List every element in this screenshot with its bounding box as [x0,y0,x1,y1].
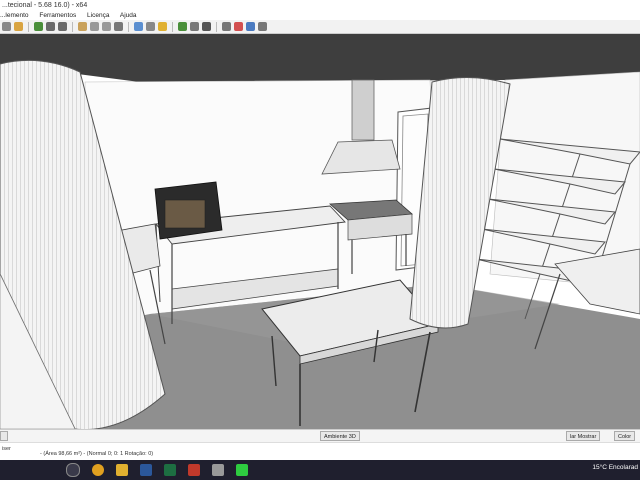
compass-icon[interactable] [222,22,231,31]
gear-app-icon[interactable] [212,464,224,476]
menu-item-elemento[interactable]: ...lemento [0,12,29,19]
view-status-row: Ambiente 3D lar Mostrar Color [0,429,640,443]
ambiente-3d-button[interactable]: Ambiente 3D [320,431,360,441]
pan-icon[interactable] [14,22,23,31]
window-title-bar: ...tecional - 5.68 16.0) - x64 [0,0,640,11]
toolbar-separator [128,21,129,32]
3d-viewport[interactable] [0,34,640,429]
weather-text[interactable]: 15°C Encolarad [592,464,638,471]
cut-icon[interactable] [78,22,87,31]
camera-icon[interactable] [234,22,243,31]
hood-chimney [351,79,375,141]
menu-item-licenca[interactable]: Licença [87,12,109,19]
menu-bar: ...lemento Ferramentos Licença Ajuda [0,11,640,20]
window-title: ...tecional - 5.68 16.0) - x64 [2,2,88,9]
excel-icon[interactable] [164,464,176,476]
redo-icon[interactable] [58,22,67,31]
chrome-icon[interactable] [92,464,104,476]
room-icon[interactable] [134,22,143,31]
explorer-icon[interactable] [116,464,128,476]
furniture-icon[interactable] [178,22,187,31]
window-icon[interactable] [158,22,167,31]
word-icon[interactable] [140,464,152,476]
toolbar-separator [216,21,217,32]
paste-icon[interactable] [102,22,111,31]
menu-item-ferramentos[interactable]: Ferramentos [39,12,76,19]
left-status-button[interactable] [0,431,8,441]
render-icon[interactable] [246,22,255,31]
toolbar-separator [28,21,29,32]
undo-icon[interactable] [46,22,55,31]
info-bar: iser - (Área 98,66 m²) - (Normal 0; 0: 1… [0,442,640,461]
toolbar-separator [172,21,173,32]
info-left-text: iser [2,446,11,452]
3d-view-icon[interactable] [258,22,267,31]
search-icon[interactable] [66,463,80,477]
green-app-icon[interactable] [236,464,248,476]
color-button[interactable]: Color [614,431,636,441]
area-info-text: - (Área 98,66 m²) - (Normal 0; 0: 1 Rota… [40,451,154,457]
select-icon[interactable] [2,22,11,31]
ceiling [0,34,640,82]
wall-icon[interactable] [114,22,123,31]
zoom-icon[interactable] [34,22,43,31]
mostrar-button[interactable]: lar Mostrar [566,431,601,441]
door-icon[interactable] [146,22,155,31]
microwave-window [164,199,206,229]
kitchen-3d-scene [0,34,640,429]
dimension-icon[interactable] [202,22,211,31]
windows-taskbar: 15°C Encolarad [0,460,640,480]
toolbar-separator [72,21,73,32]
menu-item-ajuda[interactable]: Ajuda [120,12,137,19]
red-app-icon[interactable] [188,464,200,476]
text-icon[interactable] [190,22,199,31]
main-toolbar [0,20,640,34]
copy-icon[interactable] [90,22,99,31]
